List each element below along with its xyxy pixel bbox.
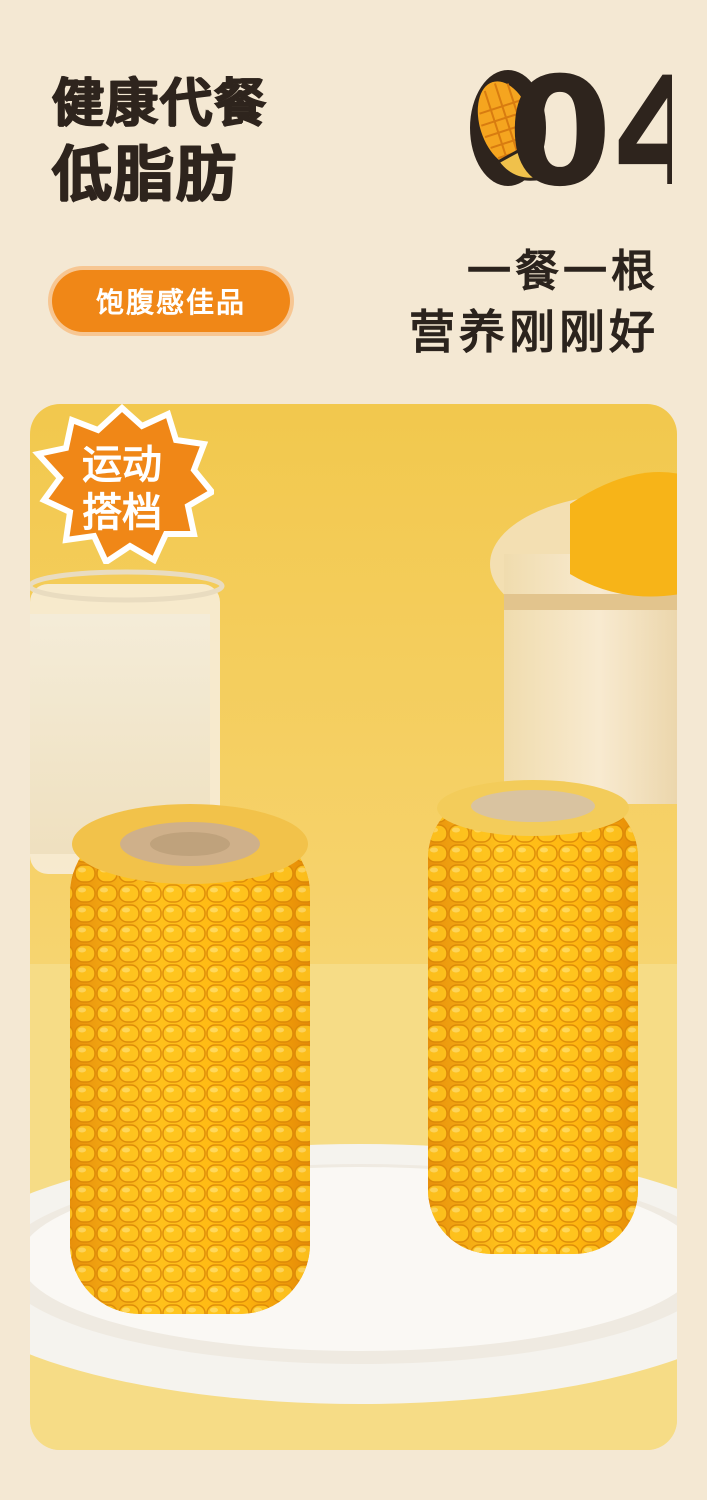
steamer-basket	[490, 472, 677, 804]
corn-cob-right	[428, 780, 638, 1254]
product-photo: 运动 搭档	[30, 404, 677, 1450]
tagline-line2: 营养刚刚好	[409, 305, 659, 359]
feature-pill-label: 饱腹感佳品	[95, 286, 246, 319]
section-number: 04	[470, 66, 672, 206]
badge-line2: 搭档	[82, 490, 162, 536]
headline-line1: 健康代餐	[52, 74, 269, 134]
corn-cob-left	[70, 804, 310, 1314]
badge-line1: 运动	[82, 442, 162, 488]
feature-pill: 饱腹感佳品	[52, 270, 290, 332]
sport-partner-badge: 运动 搭档	[32, 404, 214, 564]
product-poster: 健康代餐 低脂肪 饱腹感佳品 04 一餐一根 营养刚刚好 运动 搭档	[0, 0, 707, 1500]
tagline-line1: 一餐一根	[467, 246, 659, 297]
headline-line2: 低脂肪	[52, 140, 238, 210]
